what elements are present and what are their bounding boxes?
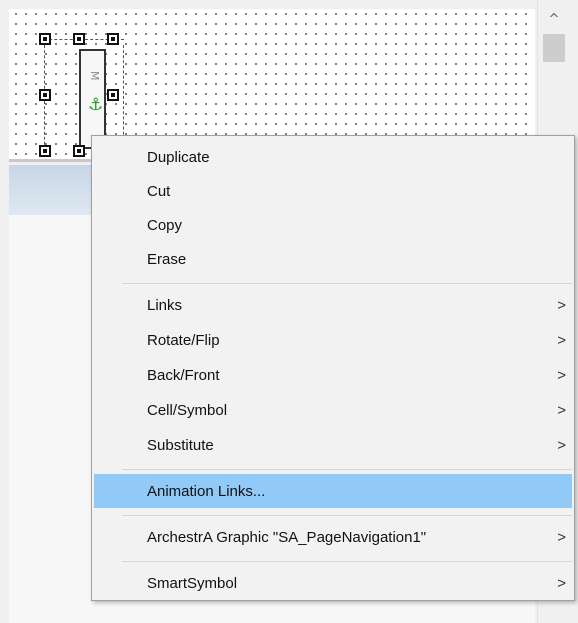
- submenu-arrow-icon: >: [557, 296, 566, 314]
- menu-item-label: SmartSymbol: [147, 574, 238, 592]
- resize-handle-bottom[interactable]: [73, 145, 85, 157]
- resize-handle-top[interactable]: [73, 33, 85, 45]
- menu-item-back-front[interactable]: Back/Front >: [94, 358, 572, 392]
- menu-item-label: Duplicate: [147, 148, 210, 166]
- menu-item-label: ArchestrA Graphic "SA_PageNavigation1": [147, 528, 427, 546]
- submenu-arrow-icon: >: [557, 331, 566, 349]
- menu-item-copy[interactable]: Copy: [94, 208, 572, 242]
- menu-item-label: Erase: [147, 250, 187, 268]
- menu-item-label: Cut: [147, 182, 171, 200]
- submenu-arrow-icon: >: [557, 366, 566, 384]
- submenu-arrow-icon: >: [557, 401, 566, 419]
- menu-item-erase[interactable]: Erase: [94, 242, 572, 276]
- menu-item-links[interactable]: Links >: [94, 288, 572, 322]
- menu-item-cut[interactable]: Cut: [94, 174, 572, 208]
- menu-item-archestra-graphic[interactable]: ArchestrA Graphic "SA_PageNavigation1" >: [94, 520, 572, 554]
- menu-item-duplicate[interactable]: Duplicate: [94, 140, 572, 174]
- menu-item-label: Rotate/Flip: [147, 331, 220, 349]
- menu-separator: [122, 283, 572, 284]
- submenu-arrow-icon: >: [557, 574, 566, 592]
- menu-item-label: Back/Front: [147, 366, 220, 384]
- symbol-label: M: [88, 71, 101, 81]
- menu-item-animation-links[interactable]: Animation Links...: [94, 474, 572, 508]
- scroll-up-arrow-icon[interactable]: ^: [538, 8, 570, 30]
- menu-separator: [122, 469, 572, 470]
- menu-item-label: Copy: [147, 216, 183, 234]
- submenu-arrow-icon: >: [557, 528, 566, 546]
- resize-handle-bottom-left[interactable]: [39, 145, 51, 157]
- menu-item-label: Cell/Symbol: [147, 401, 228, 419]
- scroll-thumb[interactable]: [543, 34, 565, 62]
- menu-item-smartsymbol[interactable]: SmartSymbol >: [94, 566, 572, 600]
- resize-handle-left[interactable]: [39, 89, 51, 101]
- menu-separator: [122, 515, 572, 516]
- menu-item-label: Animation Links...: [147, 482, 266, 500]
- menu-separator: [122, 561, 572, 562]
- resize-handle-top-left[interactable]: [39, 33, 51, 45]
- menu-item-rotate-flip[interactable]: Rotate/Flip >: [94, 323, 572, 357]
- context-menu: Duplicate Cut Copy Erase Links > Rotate/…: [91, 135, 575, 601]
- menu-item-label: Links: [147, 296, 183, 314]
- anchor-icon: ⚓: [88, 95, 104, 115]
- submenu-arrow-icon: >: [557, 436, 566, 454]
- resize-handle-right[interactable]: [107, 89, 119, 101]
- menu-item-label: Substitute: [147, 436, 214, 454]
- resize-handle-top-right[interactable]: [107, 33, 119, 45]
- menu-item-cell-symbol[interactable]: Cell/Symbol >: [94, 393, 572, 427]
- menu-item-substitute[interactable]: Substitute >: [94, 428, 572, 462]
